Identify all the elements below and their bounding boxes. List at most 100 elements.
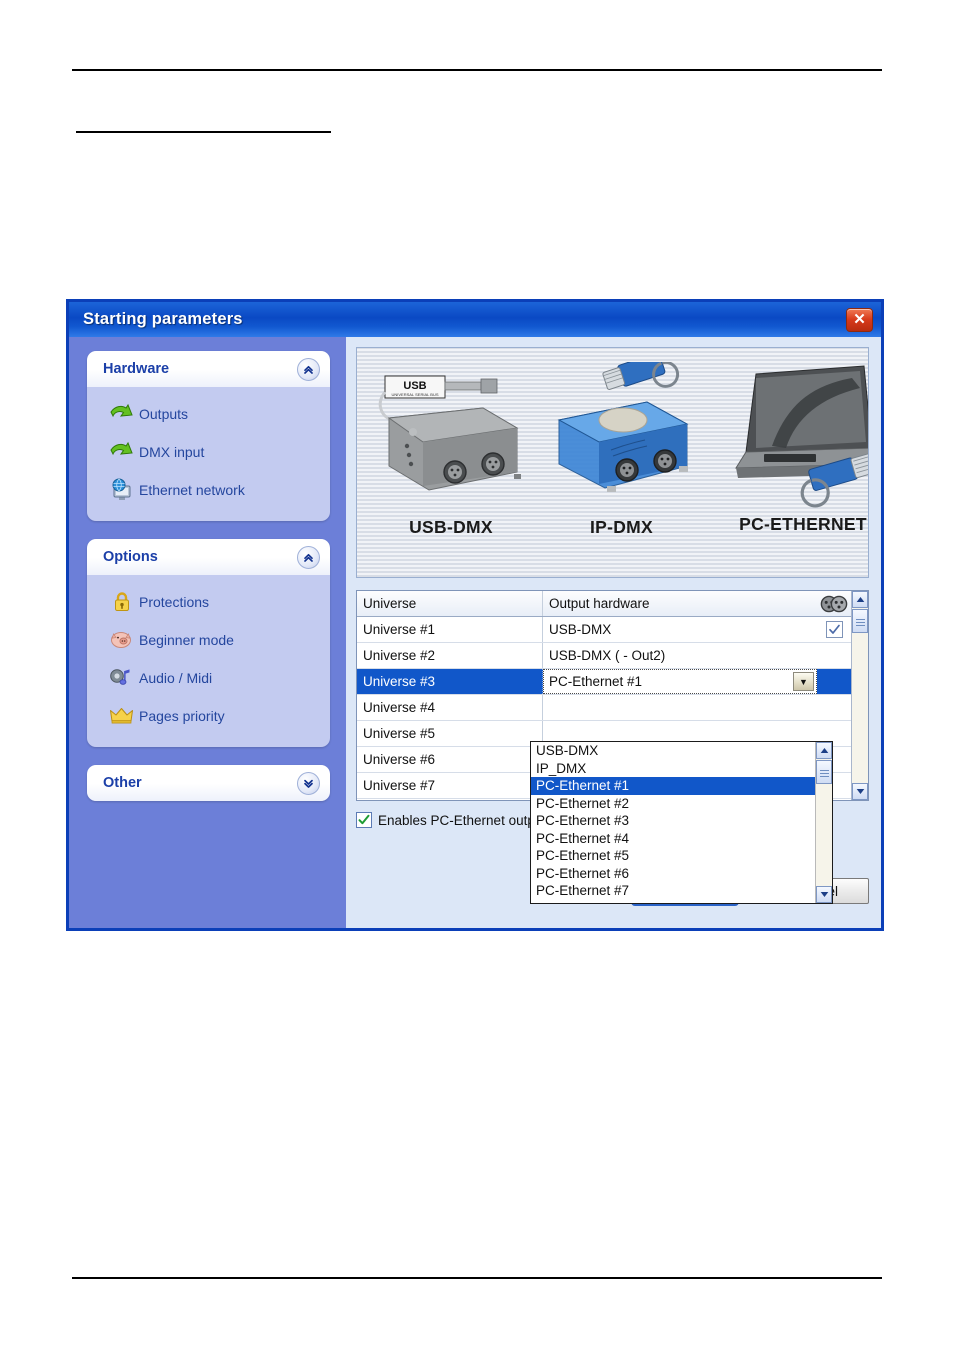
sidebar-panel-options: Options — [87, 539, 330, 747]
device-caption: PC-ETHERNET — [712, 514, 869, 535]
dmx-connector-icon — [817, 591, 851, 616]
panel-header-hardware[interactable]: Hardware — [87, 351, 330, 387]
panel-items-hardware: Outputs DMX input — [87, 387, 330, 521]
cell-output-hardware[interactable]: USB-DMX ( - Out2) — [543, 643, 817, 668]
cell-universe: Universe #8 — [357, 799, 543, 800]
sidebar-item-label: Beginner mode — [139, 632, 234, 648]
pig-icon — [105, 629, 139, 651]
dropdown-option[interactable]: PC-Ethernet #7 — [531, 882, 815, 900]
cell-enabled[interactable] — [817, 643, 851, 668]
device-usb-dmx: USB UNIVERSAL SERIAL BUS — [371, 362, 531, 538]
output-hardware-dropdown[interactable]: USB-DMX IP_DMX PC-Ethernet #1 PC-Etherne… — [530, 741, 833, 904]
scroll-down-icon[interactable] — [852, 783, 868, 800]
column-header-output-hardware: Output hardware — [543, 591, 817, 616]
table-row[interactable]: Universe #1 USB-DMX — [357, 617, 851, 643]
panel-title-hardware: Hardware — [103, 361, 169, 377]
sidebar-panel-other: Other — [87, 765, 330, 801]
panel-title-other: Other — [103, 775, 142, 791]
cell-universe: Universe #6 — [357, 747, 543, 772]
dropdown-option[interactable]: PC-Ethernet #4 — [531, 830, 815, 848]
sidebar-item-label: Protections — [139, 594, 209, 610]
dropdown-option[interactable]: IP_DMX — [531, 760, 815, 778]
cell-universe: Universe #1 — [357, 617, 543, 642]
sidebar-item-dmx-input[interactable]: DMX input — [87, 433, 330, 471]
dialog-body: Hardware — [69, 337, 881, 928]
dropdown-option[interactable]: PC-Ethernet #6 — [531, 865, 815, 883]
device-caption: IP-DMX — [539, 517, 704, 538]
device-pc-ethernet: PC-ETHERNET — [712, 358, 869, 535]
sidebar-item-ethernet-network[interactable]: Ethernet network — [87, 471, 330, 509]
table-header-row: Universe Output hardware — [357, 591, 851, 617]
chevron-up-icon[interactable] — [297, 546, 320, 569]
scroll-up-icon[interactable] — [816, 742, 832, 759]
panel-header-options[interactable]: Options — [87, 539, 330, 575]
row-checkbox[interactable] — [826, 621, 843, 638]
padlock-icon — [105, 590, 139, 614]
dropdown-option[interactable]: PC-Ethernet #2 — [531, 795, 815, 813]
dropdown-option[interactable]: USB-DMX — [531, 742, 815, 760]
device-ip-dmx: IP-DMX — [539, 362, 704, 538]
column-header-universe: Universe — [357, 591, 543, 616]
scrollbar-track[interactable] — [852, 633, 868, 783]
ip-dmx-interface-photo — [539, 362, 704, 512]
dropdown-option[interactable]: PC-Ethernet #3 — [531, 812, 815, 830]
enable-pc-ethernet-checkbox[interactable] — [356, 812, 372, 828]
sidebar-item-beginner-mode[interactable]: Beginner mode — [87, 621, 330, 659]
enable-pc-ethernet-label: Enables PC-Ethernet outp — [378, 813, 535, 828]
table-row-selected[interactable]: Universe #3 PC-Ethernet #1 ▼ — [357, 669, 851, 695]
cell-output-hardware-combobox[interactable]: PC-Ethernet #1 ▼ — [543, 669, 817, 694]
cell-enabled[interactable] — [817, 617, 851, 642]
hardware-illustrations: USB UNIVERSAL SERIAL BUS — [356, 347, 869, 578]
sidebar: Hardware — [69, 337, 346, 928]
laptop-ethernet-photo — [712, 358, 869, 513]
cell-universe: Universe #4 — [357, 695, 543, 720]
dropdown-scrollbar[interactable] — [815, 742, 832, 903]
sidebar-item-label: Audio / Midi — [139, 670, 212, 686]
panel-header-other[interactable]: Other — [87, 765, 330, 801]
scrollbar-thumb[interactable] — [816, 760, 832, 784]
scrollbar-thumb[interactable] — [852, 609, 868, 633]
table-row[interactable]: Universe #2 USB-DMX ( - Out2) — [357, 643, 851, 669]
cell-enabled[interactable] — [817, 695, 851, 720]
chevron-down-icon[interactable]: ▼ — [793, 672, 814, 691]
dialog-title: Starting parameters — [83, 310, 243, 329]
audio-note-icon — [105, 666, 139, 690]
sidebar-item-audio-midi[interactable]: Audio / Midi — [87, 659, 330, 697]
usb-dmx-interface-photo: USB UNIVERSAL SERIAL BUS — [371, 362, 531, 512]
close-icon[interactable]: ✕ — [846, 308, 873, 332]
scroll-down-icon[interactable] — [816, 886, 832, 903]
scrollbar-track[interactable] — [816, 784, 832, 886]
sidebar-panel-hardware: Hardware — [87, 351, 330, 521]
dropdown-options-list[interactable]: USB-DMX IP_DMX PC-Ethernet #1 PC-Etherne… — [531, 742, 815, 903]
dropdown-option[interactable]: PC-Ethernet #5 — [531, 847, 815, 865]
dropdown-option-selected[interactable]: PC-Ethernet #1 — [531, 777, 815, 795]
page-top-rule — [72, 69, 882, 71]
sidebar-item-label: DMX input — [139, 444, 204, 460]
crown-icon — [105, 705, 139, 727]
page-section-rule — [76, 131, 331, 133]
starting-parameters-dialog: Starting parameters ✕ Hardware — [66, 299, 884, 931]
table-row[interactable]: Universe #4 — [357, 695, 851, 721]
panel-items-options: Protections — [87, 575, 330, 747]
sidebar-item-label: Outputs — [139, 406, 188, 422]
green-arrow-icon — [105, 403, 139, 425]
table-scrollbar[interactable] — [851, 591, 868, 800]
chevron-down-icon[interactable] — [297, 772, 320, 795]
cell-output-hardware[interactable]: USB-DMX — [543, 617, 817, 642]
chevron-up-icon[interactable] — [297, 358, 320, 381]
svg-text:UNIVERSAL SERIAL BUS: UNIVERSAL SERIAL BUS — [391, 392, 438, 397]
cell-universe: Universe #5 — [357, 721, 543, 746]
sidebar-item-pages-priority[interactable]: Pages priority — [87, 697, 330, 735]
combobox-value: PC-Ethernet #1 — [549, 674, 642, 689]
page-bottom-rule — [72, 1277, 882, 1279]
cell-output-hardware[interactable] — [543, 695, 817, 720]
sidebar-item-protections[interactable]: Protections — [87, 583, 330, 621]
cell-enabled[interactable] — [817, 669, 851, 694]
content-pane: USB UNIVERSAL SERIAL BUS — [346, 337, 881, 928]
sidebar-item-outputs[interactable]: Outputs — [87, 395, 330, 433]
device-caption: USB-DMX — [371, 517, 531, 538]
scroll-up-icon[interactable] — [852, 591, 868, 608]
green-arrow-icon — [105, 441, 139, 463]
svg-text:USB: USB — [403, 380, 426, 392]
dropdown-option[interactable]: PC-Ethernet #8 — [531, 900, 815, 904]
